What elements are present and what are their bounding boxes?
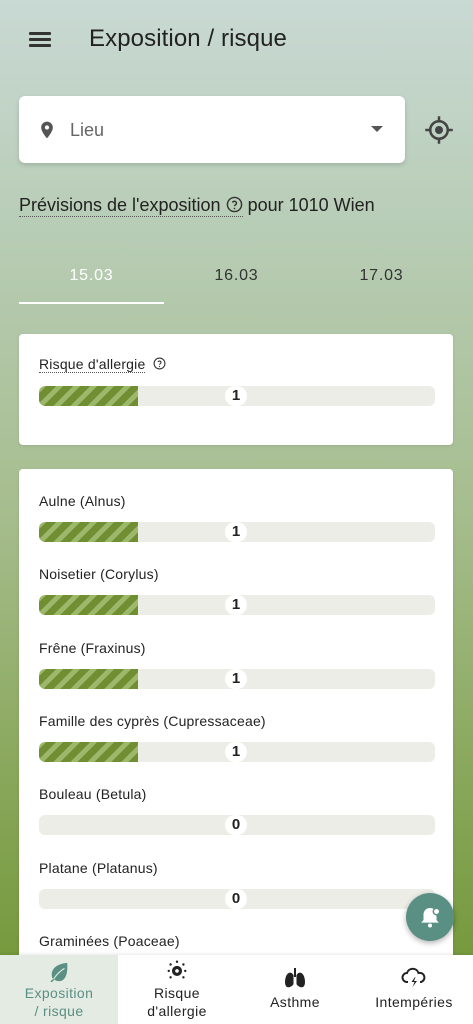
- pollen-fill-fraxinus: [39, 669, 138, 689]
- pollen-value-alnus: 1: [225, 522, 247, 542]
- nav-risque-allergie[interactable]: Risque d'allergie: [118, 955, 236, 1024]
- risk-level-bar: 1: [39, 386, 435, 406]
- pollen-label-fraxinus: Frêne (Fraxinus): [39, 640, 146, 656]
- forecast-location: pour 1010 Wien: [242, 195, 375, 215]
- location-pin-icon: [41, 121, 53, 139]
- risk-level-value: 1: [225, 386, 247, 406]
- pollen-value-cupressaceae: 1: [225, 742, 247, 762]
- help-circle-icon[interactable]: [226, 196, 243, 213]
- forecast-help-link[interactable]: Prévisions de l'exposition: [19, 195, 243, 217]
- virus-gear-icon: [167, 960, 187, 979]
- risk-row[interactable]: Risque d'allergie: [39, 356, 166, 373]
- leaf-icon: [50, 962, 68, 982]
- pollen-bar-alnus: 1: [39, 522, 435, 542]
- nav-asthme[interactable]: Asthme: [236, 955, 354, 1024]
- forecast-label: Prévisions de l'exposition: [19, 195, 221, 215]
- pollen-value-corylus: 1: [225, 595, 247, 615]
- notification-settings-button[interactable]: [406, 893, 454, 941]
- pollen-bar-platanus: 0: [39, 889, 435, 909]
- risk-label: Risque d'allergie: [39, 356, 146, 373]
- tab-date-1[interactable]: 15.03: [19, 254, 164, 304]
- pollen-label-corylus: Noisetier (Corylus): [39, 566, 159, 582]
- nav-risque-line1: Risque: [154, 985, 200, 1001]
- nav-asthme-label: Asthme: [270, 994, 320, 1010]
- pollen-value-fraxinus: 1: [225, 669, 247, 689]
- pollen-label-betula: Bouleau (Betula): [39, 786, 147, 802]
- bottom-navigation: Exposition / risque Risque d'allergie As…: [0, 955, 473, 1024]
- nav-risque-line2: d'allergie: [147, 1003, 207, 1019]
- pollen-fill-cupressaceae: [39, 742, 138, 762]
- pollen-bar-betula: 0: [39, 815, 435, 835]
- pollen-label-platanus: Platane (Platanus): [39, 860, 158, 876]
- pollen-bar-cupressaceae: 1: [39, 742, 435, 762]
- cloud-lightning-icon: [401, 967, 426, 987]
- nav-exposition-line1: Exposition: [24, 985, 94, 1001]
- pollen-fill-alnus: [39, 522, 138, 542]
- page-title: Exposition / risque: [89, 25, 288, 52]
- chevron-down-icon: [371, 126, 383, 132]
- tab-date-3[interactable]: 17.03: [309, 254, 454, 304]
- pollen-label-poaceae: Graminées (Poaceae): [39, 933, 180, 949]
- bell-settings-icon: [421, 907, 441, 928]
- pollen-list-card: Aulne (Alnus) 1 Noisetier (Corylus) 1 Fr…: [19, 469, 453, 989]
- menu-icon[interactable]: [24, 26, 58, 54]
- pollen-label-cupressaceae: Famille des cyprès (Cupressaceae): [39, 713, 266, 729]
- nav-exposition[interactable]: Exposition / risque: [0, 955, 118, 1024]
- allergy-risk-card: Risque d'allergie 1: [19, 334, 453, 445]
- pollen-value-platanus: 0: [225, 889, 247, 909]
- tab-date-2[interactable]: 16.03: [164, 254, 309, 304]
- pollen-value-betula: 0: [225, 815, 247, 835]
- forecast-heading: Prévisions de l'exposition pour 1010 Wie…: [19, 195, 375, 217]
- help-circle-icon[interactable]: [153, 357, 166, 370]
- lungs-icon: [285, 968, 305, 988]
- nav-intemperies-label: Intempéries: [375, 994, 453, 1010]
- pollen-label-alnus: Aulne (Alnus): [39, 493, 126, 509]
- pollen-bar-fraxinus: 1: [39, 669, 435, 689]
- pollen-bar-corylus: 1: [39, 595, 435, 615]
- pollen-fill-corylus: [39, 595, 138, 615]
- risk-level-fill: [39, 386, 138, 406]
- nav-exposition-line2: / risque: [34, 1003, 84, 1019]
- app-header: Exposition / risque: [0, 0, 473, 80]
- location-dropdown[interactable]: Lieu: [19, 96, 405, 163]
- date-tabs: 15.03 16.03 17.03: [19, 254, 453, 304]
- gps-locate-icon[interactable]: [424, 115, 454, 145]
- nav-intemperies[interactable]: Intempéries: [355, 955, 473, 1024]
- location-placeholder: Lieu: [70, 120, 105, 140]
